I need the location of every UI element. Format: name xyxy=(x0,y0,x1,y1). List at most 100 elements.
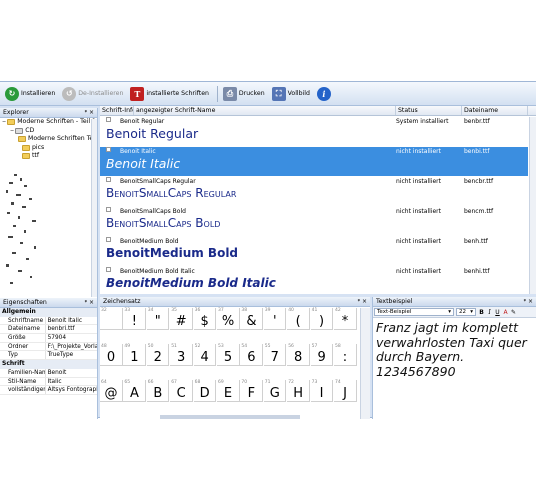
font-row[interactable]: BenoitSmallCaps Regular nicht installiert… xyxy=(100,177,528,206)
charset-grid: 32 33! 34 " 35 #36 $37% 38 & 39 ' 40(41) 42 * 48 0 49 1 50… xyxy=(100,308,358,416)
glyph-cell[interactable]: 36 $ xyxy=(193,308,217,330)
glyph-cell[interactable]: 72 H xyxy=(287,380,310,402)
column-header[interactable]: Status xyxy=(396,106,462,115)
glyph-cell[interactable]: 50 2 xyxy=(146,344,170,366)
glyph-cell[interactable]: 70 F xyxy=(240,380,263,402)
glyph-code: 38 xyxy=(241,308,248,313)
properties-title: Eigenschaften xyxy=(3,299,47,306)
font-row[interactable]: Benoit Regular System installiert benbr.tt… xyxy=(100,117,528,146)
category-general[interactable]: Allgemein xyxy=(0,308,97,317)
pin-icon[interactable]: ᵠ × xyxy=(85,298,94,308)
glyph-code: 58 xyxy=(335,344,341,349)
glyph-cell[interactable]: 57 9 xyxy=(310,344,334,366)
glyph-cell[interactable]: 73 I xyxy=(310,380,334,402)
glyph-cell[interactable]: 49 1 xyxy=(123,344,146,366)
font-row[interactable]: BenoitSmallCaps Bold nicht installiert ben… xyxy=(100,207,528,236)
glyph-cell[interactable]: 52 4 xyxy=(193,344,217,366)
glyph-char: 9 xyxy=(317,350,326,365)
glyph-cell[interactable]: 56 8 xyxy=(287,344,310,366)
install-button[interactable]: ↻ Installieren xyxy=(3,84,57,104)
column-header[interactable]: Schrift-Info xyxy=(100,106,134,115)
glyph-char: H xyxy=(293,386,304,401)
glyph-code: 49 xyxy=(124,344,131,349)
glyph-code: 69 xyxy=(218,380,224,385)
tree-item[interactable]: Moderne Schriften Teil xyxy=(0,135,97,144)
fullscreen-button[interactable]: ⛶ Vollbild xyxy=(270,84,312,104)
glyph-code: 57 xyxy=(311,344,318,349)
glyph-cell[interactable]: 53 5 xyxy=(217,344,240,366)
glyph-char: 7 xyxy=(270,350,279,365)
glyph-cell[interactable]: 41) xyxy=(310,308,334,330)
charset-hscrollbar[interactable] xyxy=(160,415,300,419)
glyph-code: 33 xyxy=(124,308,131,313)
info-button[interactable]: i xyxy=(315,84,335,104)
glyph-char: C xyxy=(176,386,186,401)
tree-item[interactable]: ttf xyxy=(0,152,97,161)
glyph-char: 5 xyxy=(223,350,233,365)
glyph-code: 55 xyxy=(264,344,271,349)
glyph-cell[interactable]: 67 C xyxy=(170,380,193,402)
glyph-cell[interactable]: 42 * xyxy=(334,308,357,330)
glyph-cell[interactable]: 40( xyxy=(287,308,310,330)
size-select[interactable]: 22 ▾ xyxy=(456,308,476,316)
column-header[interactable]: Dateiname xyxy=(462,106,528,115)
charset-scrollbar[interactable] xyxy=(360,308,370,419)
glyph-code: 73 xyxy=(311,380,318,385)
glyph-cell[interactable]: 38 & xyxy=(240,308,263,330)
glyph-cell[interactable]: 68 D xyxy=(193,380,217,402)
sample-text[interactable]: Franz jagt im komplett verwahrlosten Tax… xyxy=(373,318,536,379)
folder-icon xyxy=(22,153,30,160)
uninstall-button[interactable]: ↺ De-Installieren xyxy=(60,84,125,104)
list-header: Schrift-Info angezeigter Schrift-Name St… xyxy=(100,106,536,116)
underline-button[interactable]: U xyxy=(494,309,501,316)
glyph-cell[interactable]: 37% xyxy=(217,308,240,330)
glyph-cell[interactable]: 33! xyxy=(123,308,146,330)
glyph-cell[interactable]: 58: xyxy=(334,344,357,366)
charset-panel: Zeichensatz ᵠ × 32 33! 34 " 35 #36 $37% 38 & 39 ' 4… xyxy=(100,297,370,419)
glyph-cell[interactable]: 64 @ xyxy=(100,380,123,402)
italic-button[interactable]: I xyxy=(486,309,493,316)
glyph-cell[interactable]: 69 E xyxy=(217,380,240,402)
category-font[interactable]: Schrift xyxy=(0,360,97,369)
folder-icon xyxy=(22,144,30,151)
column-header[interactable]: angezeigter Schrift-Name xyxy=(134,106,396,115)
font-row-selected[interactable]: Benoit Italic nicht installiert benbi.ttf … xyxy=(100,147,528,176)
glyph-cell[interactable]: 55 7 xyxy=(263,344,287,366)
font-sample: BenoitSmallCaps Regular xyxy=(106,186,237,200)
glyph-cell[interactable]: 35 # xyxy=(170,308,193,330)
tree-item[interactable]: − Moderne Schriften - Teil 1 xyxy=(0,118,97,127)
glyph-char: ' xyxy=(273,314,277,329)
glyph-char: ( xyxy=(295,314,301,329)
list-scrollbar[interactable] xyxy=(529,117,536,294)
explorer-scrollbar[interactable] xyxy=(91,119,97,297)
glyph-cell[interactable]: 34 " xyxy=(146,308,170,330)
glyph-code: 70 xyxy=(241,380,248,385)
glyph-cell[interactable]: 71 G xyxy=(263,380,287,402)
print-button[interactable]: ⎙ Drucken xyxy=(221,84,267,104)
glyph-cell[interactable]: 48 0 xyxy=(100,344,123,366)
glyph-cell[interactable]: 32 xyxy=(100,308,123,330)
installed-fonts-button[interactable]: T installierte Schriften xyxy=(128,84,211,104)
color-button[interactable]: A xyxy=(502,309,509,316)
glyph-char: G xyxy=(269,386,280,401)
glyph-cell[interactable]: 74 J xyxy=(334,380,357,402)
edit-icon[interactable]: ✎ xyxy=(510,309,517,316)
bold-button[interactable]: B xyxy=(478,309,485,316)
glyph-cell[interactable]: 54 6 xyxy=(240,344,263,366)
toolbar-separator xyxy=(216,85,218,102)
glyph-cell[interactable]: 39 ' xyxy=(263,308,287,330)
tree-item[interactable]: pics xyxy=(0,144,97,153)
pin-icon[interactable]: ᵠ × xyxy=(358,297,367,307)
glyph-cell[interactable]: 65 A xyxy=(123,380,146,402)
font-row[interactable]: BenoitMedium Bold Italic nicht installier… xyxy=(100,267,528,294)
pin-icon[interactable]: ᵠ × xyxy=(85,108,94,118)
glyph-cell[interactable]: 66 B xyxy=(146,380,170,402)
glyph-char: ) xyxy=(319,314,325,329)
font-row[interactable]: BenoitMedium Bold nicht installiert benh.t… xyxy=(100,237,528,266)
tree-item[interactable]: − CD xyxy=(0,127,97,136)
glyph-char: & xyxy=(246,314,257,329)
mode-select[interactable]: Text-Beispiel ▾ xyxy=(374,308,454,316)
pin-icon[interactable]: ᵠ × xyxy=(524,297,533,307)
glyph-char: J xyxy=(343,386,347,401)
glyph-cell[interactable]: 51 3 xyxy=(170,344,193,366)
